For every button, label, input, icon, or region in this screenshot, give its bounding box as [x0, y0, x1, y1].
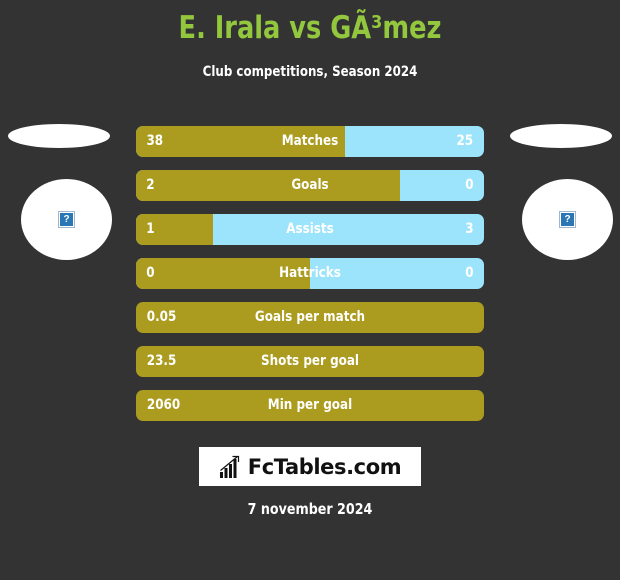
- stat-bar-row: 38 Matches 25: [136, 126, 484, 157]
- stat-bar-row: 0.05 Goals per match: [136, 302, 484, 333]
- stat-bar-row: 23.5 Shots per goal: [136, 346, 484, 377]
- stat-bar-label: Min per goal: [267, 397, 353, 413]
- player-right-name-plate: [510, 124, 612, 148]
- stat-bar-label: Assists: [286, 221, 334, 237]
- stat-bar-label: Matches: [281, 133, 339, 149]
- stat-bar-row: 2060 Min per goal: [136, 390, 484, 421]
- stat-bar-row: 0 Hattricks 0: [136, 258, 484, 289]
- player-left-name-plate: [8, 124, 110, 148]
- player-left-avatar: ?: [21, 179, 112, 260]
- stat-bar-row: 2 Goals 0: [136, 170, 484, 201]
- player-left-photo: ?: [0, 120, 120, 270]
- stat-bar-label: Hattricks: [279, 265, 341, 281]
- fctables-logo[interactable]: FcTables.com: [199, 447, 421, 486]
- page-title: E. Irala vs GÃ³mez: [178, 10, 442, 46]
- stat-bar-away-value: 0: [465, 265, 474, 281]
- page-subtitle: Club competitions, Season 2024: [202, 64, 418, 80]
- stat-bar-away-value: 0: [465, 177, 474, 193]
- broken-image-icon: ?: [559, 211, 576, 228]
- player-right-avatar: ?: [522, 179, 613, 260]
- fctables-logo-text: FcTables.com: [247, 454, 402, 479]
- stat-bar-list: 38 Matches 25 2 Goals 0 1 Assists 3 0 Hattricks 0 0.…: [136, 126, 484, 434]
- stat-bar-label: Goals: [291, 177, 329, 193]
- broken-image-icon: ?: [58, 211, 75, 228]
- stat-bar-label: Goals per match: [254, 309, 366, 325]
- bar-chart-growth-icon: [219, 455, 239, 478]
- stat-bar-row: 1 Assists 3: [136, 214, 484, 245]
- generated-date: 7 november 2024: [247, 500, 373, 518]
- stat-bar-away-value: 25: [456, 133, 474, 149]
- player-right-photo: ?: [500, 120, 620, 270]
- stat-bar-away-value: 3: [465, 221, 474, 237]
- comparison-infographic: E. Irala vs GÃ³mez Club competitions, Se…: [0, 0, 620, 580]
- stat-bar-label: Shots per goal: [260, 353, 360, 369]
